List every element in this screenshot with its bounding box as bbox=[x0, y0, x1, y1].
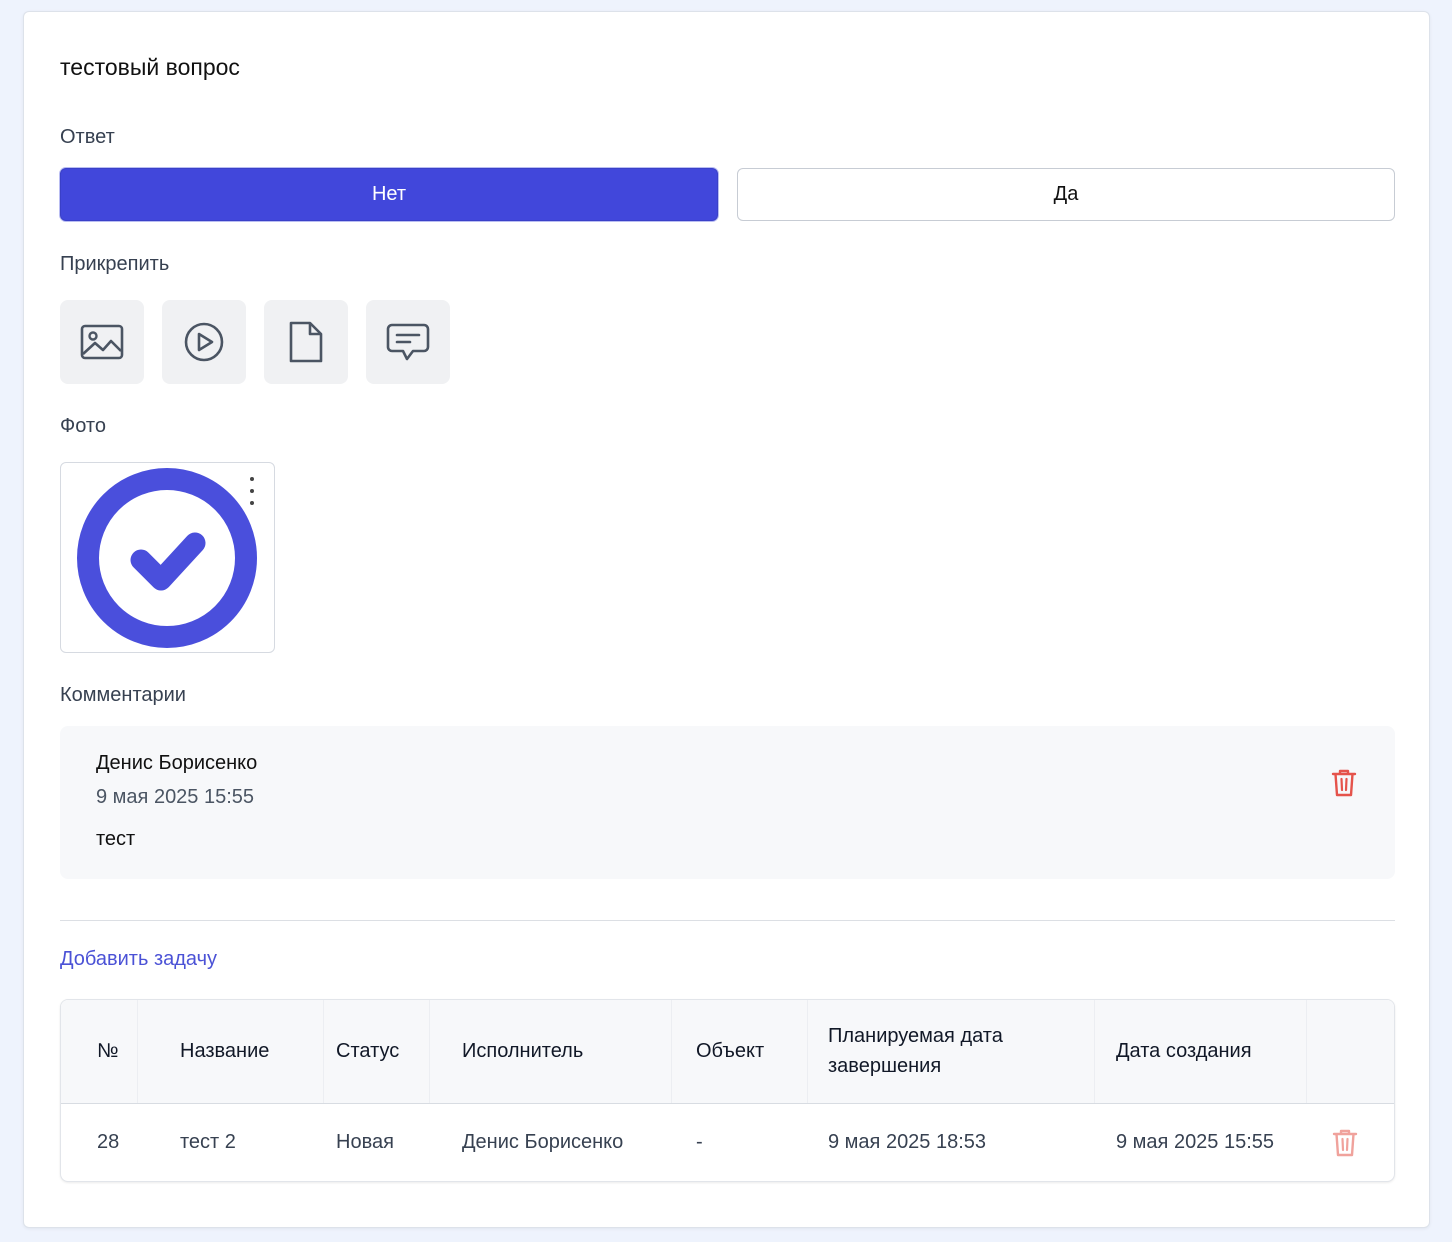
more-dot bbox=[250, 501, 254, 505]
attach-comment-button[interactable] bbox=[366, 300, 450, 384]
checkmark-circle-icon bbox=[77, 468, 257, 648]
question-card: тестовый вопрос Ответ Нет Да Прикрепить … bbox=[23, 11, 1430, 1228]
video-play-icon bbox=[184, 322, 224, 362]
column-header-assignee: Исполнитель bbox=[462, 1040, 584, 1062]
photo-thumbnail[interactable] bbox=[60, 462, 275, 653]
delete-comment-button[interactable] bbox=[1331, 768, 1357, 798]
column-header-object: Объект bbox=[696, 1040, 765, 1062]
section-divider bbox=[60, 920, 1395, 921]
task-number: 28 bbox=[97, 1131, 120, 1153]
trash-icon bbox=[1332, 1129, 1358, 1157]
image-icon bbox=[80, 324, 124, 360]
task-name: тест 2 bbox=[180, 1131, 236, 1153]
comment-date: 9 мая 2025 15:55 bbox=[96, 786, 255, 808]
comment-text: тест bbox=[96, 828, 136, 850]
attach-image-button[interactable] bbox=[60, 300, 144, 384]
attach-file-button[interactable] bbox=[264, 300, 348, 384]
task-assignee: Денис Борисенко bbox=[462, 1131, 624, 1153]
task-object: - bbox=[696, 1131, 703, 1153]
column-header-planned-end: Планируемая дата завершения bbox=[828, 1025, 1003, 1077]
tasks-table: № Название Статус Исполнитель Объект Пла… bbox=[60, 999, 1395, 1182]
more-dot bbox=[250, 489, 254, 493]
column-header-status: Статус bbox=[336, 1040, 400, 1062]
photo-label: Фото bbox=[60, 415, 106, 437]
answer-yes-button[interactable]: Да bbox=[737, 168, 1395, 221]
file-icon bbox=[289, 321, 323, 363]
tasks-table-header: № Название Статус Исполнитель Объект Пла… bbox=[61, 1000, 1394, 1104]
comment-author: Денис Борисенко bbox=[96, 752, 258, 774]
task-created: 9 мая 2025 15:55 bbox=[1116, 1131, 1275, 1153]
comment-icon bbox=[386, 323, 430, 361]
photo-menu-button[interactable] bbox=[244, 475, 260, 507]
comment-item: Денис Борисенко 9 мая 2025 15:55 тест bbox=[60, 726, 1395, 879]
column-header-created: Дата создания bbox=[1116, 1040, 1252, 1062]
comments-label: Комментарии bbox=[60, 684, 186, 706]
more-dot bbox=[250, 477, 254, 481]
answer-no-button[interactable]: Нет bbox=[60, 168, 718, 221]
column-header-number: № bbox=[97, 1040, 119, 1062]
task-planned-end: 9 мая 2025 18:53 bbox=[828, 1131, 987, 1153]
attach-video-button[interactable] bbox=[162, 300, 246, 384]
delete-task-button[interactable] bbox=[1332, 1128, 1358, 1158]
trash-icon bbox=[1331, 769, 1357, 797]
answer-label: Ответ bbox=[60, 126, 115, 148]
add-task-link[interactable]: Добавить задачу bbox=[60, 948, 217, 971]
question-title: тестовый вопрос bbox=[60, 54, 240, 80]
task-status: Новая bbox=[336, 1131, 394, 1153]
attach-label: Прикрепить bbox=[60, 253, 170, 275]
column-header-name: Название bbox=[180, 1040, 270, 1062]
